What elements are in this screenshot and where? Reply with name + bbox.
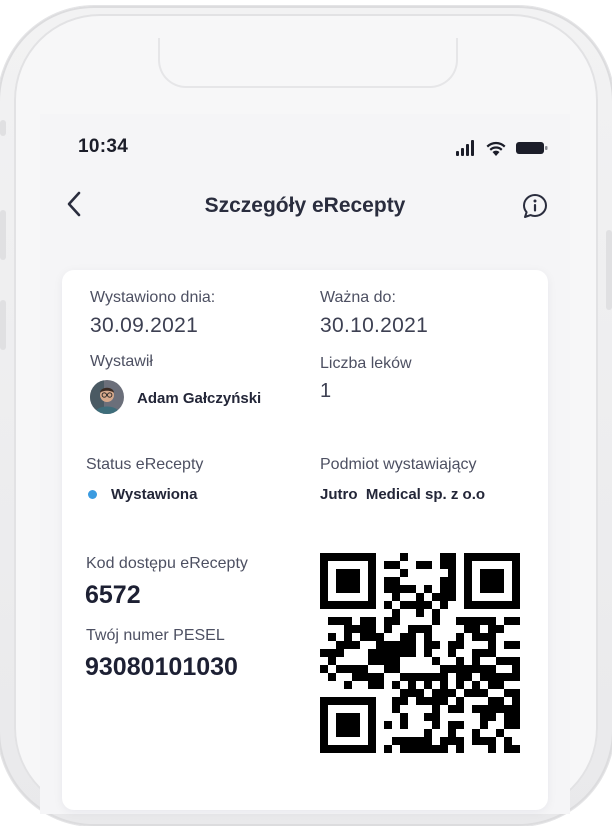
pesel-value: 93080101030 <box>85 653 238 681</box>
drugs-count-label: Liczba leków <box>320 355 412 372</box>
issued-date-value: 30.09.2021 <box>90 314 199 337</box>
issuer-label: Wystawił <box>90 353 153 370</box>
access-code-label: Kod dostępu eRecepty <box>86 555 248 572</box>
status-value: Wystawiona <box>111 486 198 503</box>
qr-code <box>320 553 520 753</box>
side-button <box>0 120 6 136</box>
volume-up-button <box>0 210 6 260</box>
entity-value: Jutro Medical sp. z o.o <box>320 486 486 503</box>
valid-until-value: 30.10.2021 <box>320 314 429 337</box>
wifi-icon <box>486 141 506 156</box>
status-label: Status eRecepty <box>86 456 204 473</box>
signal-icon <box>456 140 474 156</box>
back-button[interactable] <box>60 190 88 218</box>
issued-date-label: Wystawiono dnia: <box>90 289 216 306</box>
pesel-label: Twój numer PESEL <box>86 627 225 644</box>
status-icons <box>456 140 548 156</box>
doctor-avatar-image <box>90 380 124 414</box>
status-dot <box>88 490 97 499</box>
issuer-name: Adam Gałczyński <box>137 390 262 407</box>
back-chevron-icon <box>67 191 81 217</box>
valid-until-label: Ważna do: <box>320 289 396 306</box>
phone-notch <box>158 38 458 88</box>
volume-down-button <box>0 300 6 350</box>
avatar <box>90 380 124 414</box>
status-time: 10:34 <box>78 136 129 157</box>
entity-label: Podmiot wystawiający <box>320 456 477 473</box>
drugs-count-value: 1 <box>320 380 332 402</box>
info-icon[interactable] <box>521 192 549 220</box>
power-button <box>606 230 612 310</box>
page-title: Szczegóły eRecepty <box>204 194 406 217</box>
battery-icon <box>516 142 548 154</box>
access-code-value: 6572 <box>85 581 141 609</box>
